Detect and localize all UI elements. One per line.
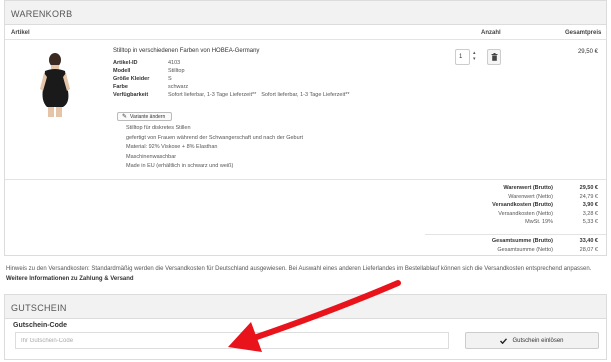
cart-panel: WARENKORB Artikel Anzahl Gesamtpreis Sti…: [4, 0, 607, 256]
total-label: Gesamtsumme (Brutto): [491, 238, 553, 244]
summary-value: 24,79 €: [579, 193, 598, 200]
pencil-icon: ✎: [122, 113, 128, 120]
summary-value: 5,33 €: [582, 219, 598, 226]
description-line: Material: 92% Viskose + 8% Elasthan: [126, 144, 218, 150]
total-row: Gesamtsumme (Brutto) 33,40 €: [398, 237, 598, 246]
change-variant-button[interactable]: ✎ Variante ändern: [117, 112, 172, 121]
summary-value: 29,50 €: [579, 185, 598, 191]
attribute-row: Verfügbarkeit Sofort lieferbar, 1-3 Tage…: [113, 91, 350, 99]
summary-label: Versandkosten (Brutto): [492, 202, 553, 209]
redeem-voucher-button[interactable]: Gutschein einlösen: [465, 332, 599, 349]
total-row: Gesamtsumme (Netto) 28,07 €: [398, 246, 598, 255]
column-article: Artikel: [11, 30, 30, 36]
column-total: Gesamtpreis: [565, 30, 602, 36]
voucher-panel: GUTSCHEIN Gutschein-Code Gutschein einlö…: [4, 294, 607, 360]
voucher-code-label: Gutschein-Code: [13, 322, 68, 329]
product-title[interactable]: Stilltop in verschiedenen Farben von HOB…: [113, 48, 259, 54]
attribute-value: Stilltop: [168, 68, 185, 74]
summary-label: Warenwert (Brutto): [503, 185, 553, 191]
summary-row: Versandkosten (Netto) 3,28 €: [398, 210, 598, 219]
summary-row: Warenwert (Brutto) 29,50 €: [398, 184, 598, 193]
attribute-value: 4103: [168, 60, 181, 66]
voucher-title: GUTSCHEIN: [5, 295, 606, 319]
check-icon: [500, 337, 508, 344]
attribute-key: Verfügbarkeit: [113, 92, 149, 98]
product-image[interactable]: [35, 51, 75, 117]
attribute-key: Artikel-ID: [113, 60, 138, 66]
cart-summary: Warenwert (Brutto) 29,50 € Warenwert (Ne…: [398, 184, 598, 227]
remove-item-button[interactable]: [487, 49, 501, 65]
attribute-key: Farbe: [113, 84, 128, 90]
trash-icon: [491, 53, 497, 61]
summary-label: Versandkosten (Netto): [498, 210, 553, 217]
quantity-stepper[interactable]: ▴ ▾: [473, 50, 476, 62]
summary-value: 3,90 €: [582, 202, 598, 209]
total-value: 33,40 €: [579, 238, 598, 244]
attribute-row: Modell Stilltop: [113, 67, 350, 75]
attribute-row: Größe Kleider S: [113, 75, 350, 83]
summary-row: Warenwert (Netto) 24,79 €: [398, 193, 598, 202]
product-description: Stilltop für diskretes Stillen gefertigt…: [126, 124, 303, 172]
attribute-value: schwarz: [168, 84, 189, 90]
voucher-code-input[interactable]: [15, 332, 449, 349]
total-value: 28,07 €: [579, 246, 598, 253]
item-price: 29,50 €: [577, 49, 598, 55]
quantity-input[interactable]: 1: [455, 49, 470, 65]
description-line: Made in EU (erhältlich in schwarz und we…: [126, 163, 234, 169]
attribute-value: Sofort lieferbar, 1-3 Tage Lieferzeit**: [168, 92, 257, 98]
shipping-hint: Hinweis zu den Versandkosten: Standardmä…: [6, 265, 602, 284]
summary-row: MwSt. 19% 5,33 €: [398, 218, 598, 227]
description-line: Maschinenwaschbar: [126, 153, 177, 160]
attribute-value-secondary: Sofort lieferbar, 1-3 Tage Lieferzeit**: [261, 92, 350, 98]
redeem-voucher-label: Gutschein einlösen: [512, 337, 564, 344]
shipping-hint-text: Hinweis zu den Versandkosten: Standardmä…: [6, 266, 592, 272]
attribute-value: S: [168, 76, 172, 82]
summary-value: 3,28 €: [582, 210, 598, 217]
cart-totals: Gesamtsumme (Brutto) 33,40 € Gesamtsumme…: [398, 237, 598, 254]
product-attributes: Artikel-ID 4103 Modell Stilltop Größe Kl…: [113, 59, 350, 99]
header-divider: [5, 39, 606, 40]
stepper-down-icon[interactable]: ▾: [473, 56, 476, 62]
shipping-info-link[interactable]: Weitere Informationen zu Zahlung & Versa…: [6, 276, 134, 282]
attribute-row: Artikel-ID 4103: [113, 59, 350, 67]
description-line: gefertigt von Frauen während der Schwang…: [126, 134, 304, 141]
total-label: Gesamtsumme (Netto): [497, 246, 553, 253]
change-variant-label: Variante ändern: [130, 113, 166, 120]
cart-title: WARENKORB: [5, 1, 606, 25]
summary-divider: [5, 179, 606, 180]
summary-row: Versandkosten (Brutto) 3,90 €: [398, 201, 598, 210]
attribute-key: Größe Kleider: [113, 76, 150, 82]
attribute-row: Farbe schwarz: [113, 83, 350, 91]
column-quantity: Anzahl: [481, 30, 501, 36]
attribute-key: Modell: [113, 68, 131, 74]
description-line: Stilltop für diskretes Stillen: [126, 125, 191, 131]
totals-divider: [425, 234, 606, 235]
summary-label: Warenwert (Netto): [508, 193, 553, 200]
summary-label: MwSt. 19%: [525, 219, 553, 226]
